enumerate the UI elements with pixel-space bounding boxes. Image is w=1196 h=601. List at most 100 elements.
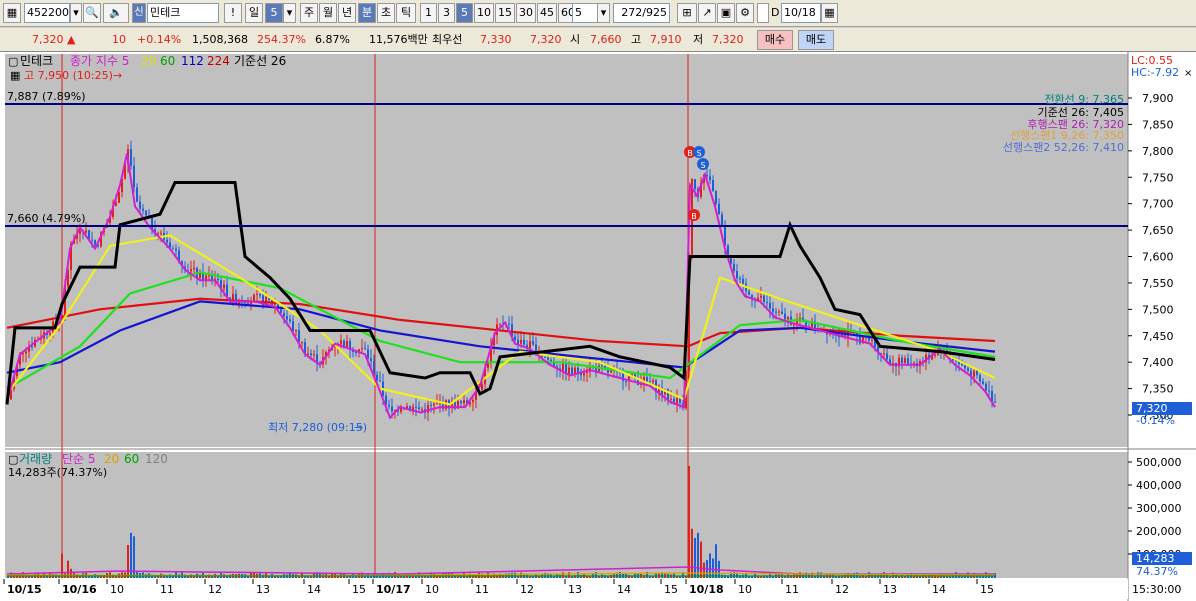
interval-dropdown-icon[interactable]: ▾ xyxy=(597,3,610,23)
current-price: 7,320 ▲ xyxy=(32,33,76,46)
low-mark-label: 최저 7,280 (09:15) xyxy=(268,421,367,434)
layout-icon[interactable]: ▦ xyxy=(3,3,21,23)
price-pane[interactable] xyxy=(5,54,1128,447)
chart-tool-icon[interactable]: ⊞ xyxy=(677,3,697,23)
candle xyxy=(709,176,711,181)
candle xyxy=(934,354,936,356)
buy-button[interactable]: 매수 xyxy=(757,30,793,50)
stock-chart[interactable]: 7,887 (7.89%) 7,660 (4.79%) ▢ 민테크 종가 지수 … xyxy=(0,52,1196,601)
candle xyxy=(418,407,420,410)
candle xyxy=(988,390,990,392)
candle xyxy=(646,377,648,382)
candle xyxy=(340,340,342,345)
buy-signal-letter: B xyxy=(687,149,693,158)
candle xyxy=(307,353,309,355)
candle xyxy=(742,279,744,284)
date-checkbox[interactable] xyxy=(757,3,769,23)
candle xyxy=(91,239,93,241)
volume-bar xyxy=(70,568,72,578)
candle xyxy=(883,353,885,355)
candle xyxy=(85,230,87,233)
candle xyxy=(292,321,294,332)
candle xyxy=(310,353,312,356)
candle xyxy=(223,284,225,289)
volume-bar xyxy=(478,572,480,578)
x-axis-label: 15 xyxy=(352,583,366,596)
candle xyxy=(976,370,978,376)
legend-ma112: 112 xyxy=(181,54,204,68)
info-button[interactable]: ! xyxy=(224,3,242,23)
period-count-field[interactable]: 5 xyxy=(265,3,283,23)
code-input[interactable]: 452200 xyxy=(24,3,70,23)
candle xyxy=(964,365,966,369)
price-axis-label: 7,500 xyxy=(1142,303,1174,316)
save-icon[interactable]: ▣ xyxy=(717,3,735,23)
period-dropdown-icon[interactable]: ▾ xyxy=(283,3,296,23)
period-day-button[interactable]: 일 xyxy=(245,3,263,23)
sound-icon[interactable]: 🔈 xyxy=(103,3,129,23)
candle xyxy=(139,201,141,209)
volume-bar xyxy=(595,572,597,578)
candle xyxy=(721,214,723,226)
x-axis-label: 12 xyxy=(208,583,222,596)
candle xyxy=(508,323,510,325)
price-axis-label: 7,400 xyxy=(1142,356,1174,369)
turnover-rate: 6.87% xyxy=(315,33,350,46)
candle xyxy=(670,398,672,400)
minute-button[interactable]: 분 xyxy=(358,3,376,23)
candle xyxy=(361,348,363,350)
volume-current-axis: 14,283 xyxy=(1136,552,1175,565)
year-button[interactable]: 년 xyxy=(338,3,356,23)
candle xyxy=(391,406,393,412)
close-pane-icon[interactable]: × xyxy=(1184,68,1192,79)
candle xyxy=(253,294,255,301)
price-axis-label: 7,600 xyxy=(1142,251,1174,264)
high-label: 고 xyxy=(631,33,642,46)
interval-30-button[interactable]: 30 xyxy=(516,3,536,23)
x-axis-label: 11 xyxy=(785,583,799,596)
x-axis-label: 10/18 xyxy=(689,583,724,596)
low-mark-arrow: → xyxy=(354,421,363,434)
calendar-icon[interactable]: ▦ xyxy=(821,3,838,23)
drawing-tool-icon[interactable]: ↗ xyxy=(698,3,716,23)
month-button[interactable]: 월 xyxy=(319,3,337,23)
interval-15-button[interactable]: 15 xyxy=(495,3,515,23)
x-axis-label: 15 xyxy=(980,583,994,596)
volume-pane[interactable] xyxy=(5,452,1128,578)
candle xyxy=(601,365,603,367)
second-button[interactable]: 초 xyxy=(377,3,395,23)
stock-name-field[interactable]: 민테크 xyxy=(147,3,219,23)
candle xyxy=(979,375,981,382)
tick-button[interactable]: 틱 xyxy=(396,3,416,23)
search-icon[interactable]: 🔍 xyxy=(83,3,101,23)
interval-count-field[interactable]: 5 xyxy=(572,3,598,23)
week-button[interactable]: 주 xyxy=(300,3,318,23)
date-field[interactable]: 10/18 xyxy=(781,3,821,23)
sell-signal-letter: S xyxy=(696,149,701,158)
volume-bar xyxy=(694,537,696,578)
interval-1-button[interactable]: 1 xyxy=(420,3,437,23)
hc-label: HC:-7.92 xyxy=(1131,66,1179,79)
candle xyxy=(283,312,285,317)
candle xyxy=(532,341,534,345)
candle xyxy=(25,351,27,354)
x-axis-label: 12 xyxy=(520,583,534,596)
candle xyxy=(370,358,372,362)
candle xyxy=(208,275,210,277)
interval-3-button[interactable]: 3 xyxy=(438,3,455,23)
x-axis-label: 10/15 xyxy=(7,583,42,596)
quote-bar: 7,320 ▲ 10 +0.14% 1,508,368 254.37% 6.87… xyxy=(0,28,1196,52)
candle xyxy=(787,316,789,320)
candle xyxy=(367,349,369,359)
sell-button[interactable]: 매도 xyxy=(798,30,834,50)
volume-bar xyxy=(487,572,489,578)
volume-bar xyxy=(688,466,690,578)
x-axis-label: 13 xyxy=(883,583,897,596)
interval-5-button[interactable]: 5 xyxy=(456,3,473,23)
settings-icon[interactable]: ⚙ xyxy=(736,3,754,23)
low-label: 저 xyxy=(693,33,704,46)
code-dropdown-icon[interactable]: ▾ xyxy=(70,3,82,23)
interval-45-button[interactable]: 45 xyxy=(537,3,557,23)
interval-10-button[interactable]: 10 xyxy=(474,3,494,23)
candle xyxy=(436,403,438,405)
